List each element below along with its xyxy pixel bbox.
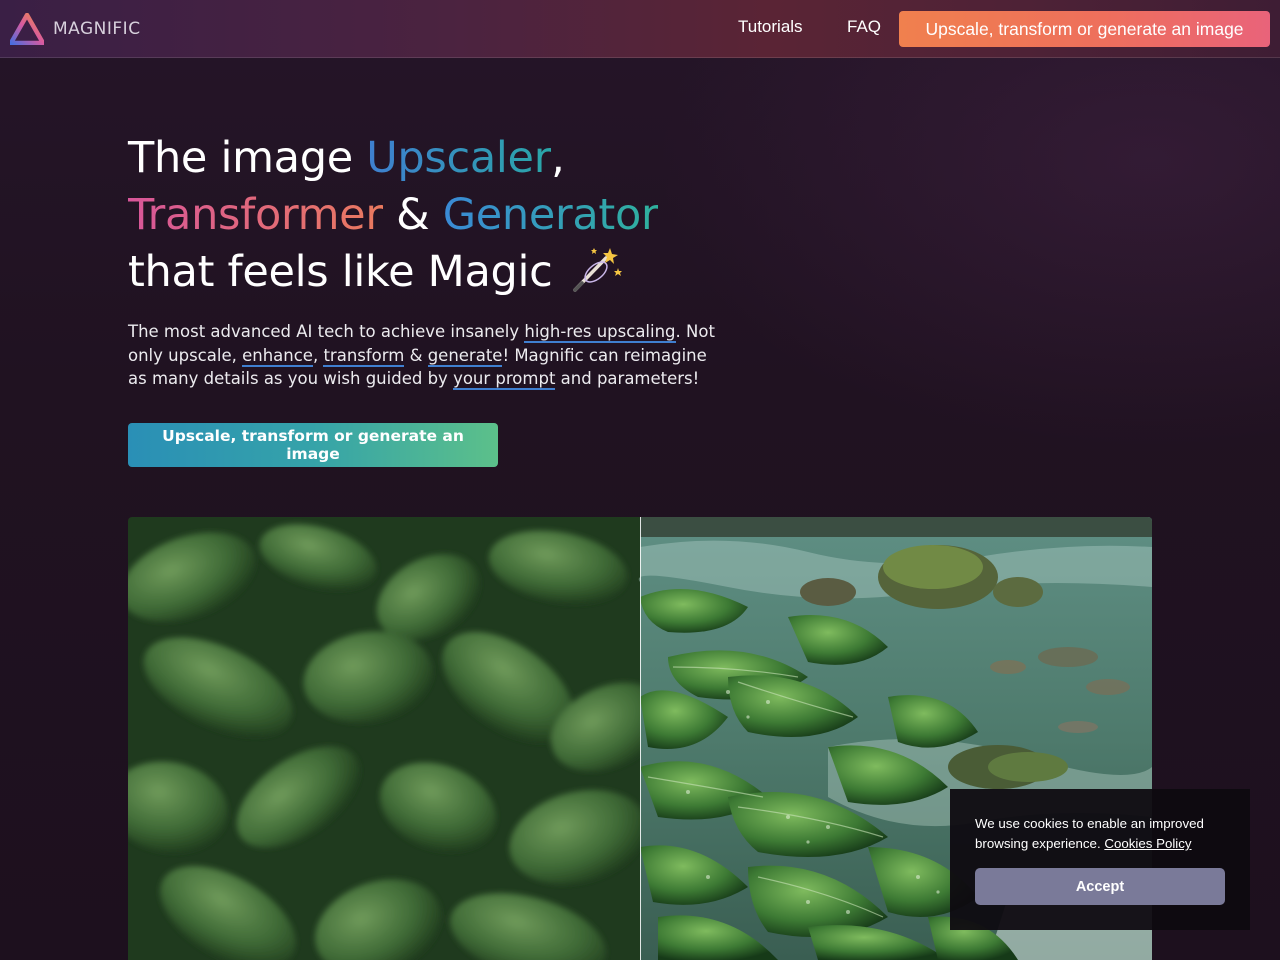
logo-text: MAGNIFIC xyxy=(53,19,141,39)
cookie-banner: We use cookies to enable an improved bro… xyxy=(950,789,1250,930)
desc-text: & xyxy=(404,345,428,365)
desc-text: The most advanced AI tech to achieve ins… xyxy=(128,322,525,341)
hero-description: The most advanced AI tech to achieve ins… xyxy=(128,320,718,391)
logo[interactable]: MAGNIFIC xyxy=(10,12,141,46)
title-amp: & xyxy=(382,190,443,240)
comparison-slider-handle[interactable] xyxy=(640,517,641,960)
link-transform[interactable]: transform xyxy=(323,345,405,367)
link-enhance[interactable]: enhance xyxy=(242,345,313,367)
title-upscaler: Upscaler xyxy=(366,133,552,183)
hero-title: The image Upscaler, Transformer & Generat… xyxy=(128,130,768,301)
title-line3: that feels like Magic xyxy=(128,247,553,297)
title-prefix: The image xyxy=(128,133,367,183)
title-generator: Generator xyxy=(442,190,659,240)
title-comma: , xyxy=(551,133,565,183)
triangle-gradient-icon xyxy=(10,13,44,45)
title-transformer: Transformer xyxy=(128,190,383,240)
nav-tutorials-link[interactable]: Tutorials xyxy=(738,17,803,37)
link-your-prompt[interactable]: your prompt xyxy=(453,369,556,391)
nav-faq-link[interactable]: FAQ xyxy=(847,17,881,37)
nav-cta-button[interactable]: Upscale, transform or generate an image xyxy=(899,11,1270,47)
cookie-message: We use cookies to enable an improved bro… xyxy=(975,814,1235,854)
cookies-policy-link[interactable]: Cookies Policy xyxy=(1104,836,1191,851)
link-generate[interactable]: generate xyxy=(427,345,503,367)
magic-wand-icon xyxy=(573,248,622,292)
before-image xyxy=(128,517,665,960)
link-high-res-upscaling[interactable]: high-res upscaling xyxy=(524,322,676,343)
desc-text: and parameters! xyxy=(555,369,700,389)
hero-cta-button[interactable]: Upscale, transform or generate an image xyxy=(128,423,498,467)
cookie-accept-button[interactable]: Accept xyxy=(975,868,1225,905)
top-navbar: MAGNIFIC Tutorials FAQ Upscale, transfor… xyxy=(0,0,1280,58)
desc-text: , xyxy=(312,345,324,365)
